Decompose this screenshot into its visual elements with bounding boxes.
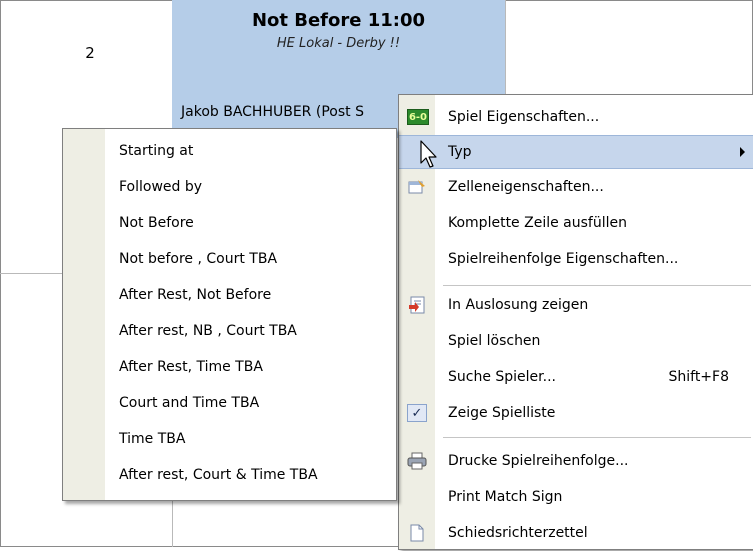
menu-item-drucke-spielreihenfolge[interactable]: Drucke Spielreihenfolge...	[399, 443, 753, 479]
grid-line	[0, 273, 62, 274]
submenu-item[interactable]: After Rest, Not Before	[63, 277, 396, 313]
menu-item-label: Komplette Zeile ausfüllen	[448, 215, 627, 231]
menu-item-label: Spielreihenfolge Eigenschaften...	[448, 251, 679, 267]
menu-item-komplette-zeile[interactable]: Komplette Zeile ausfüllen	[399, 205, 753, 241]
menu-item-shortcut: Shift+F8	[668, 369, 729, 385]
menu-item-schiedsrichterzettel[interactable]: Schiedsrichterzettel	[399, 515, 753, 551]
submenu-item-label: Followed by	[119, 179, 203, 195]
submenu-item-label: Court and Time TBA	[119, 395, 260, 411]
submenu-item[interactable]: After rest, NB , Court TBA	[63, 313, 396, 349]
submenu-item[interactable]: Court and Time TBA	[63, 385, 396, 421]
menu-item-label: Drucke Spielreihenfolge...	[448, 453, 629, 469]
submenu-item-label: Not before , Court TBA	[119, 251, 278, 267]
menu-item-label: Zeige Spielliste	[448, 405, 556, 421]
submenu-arrow-icon	[740, 147, 745, 157]
match-time-title: Not Before 11:00	[251, 10, 426, 31]
check-icon: ✓	[407, 404, 427, 422]
menu-item-suche-spieler[interactable]: Suche Spieler... Shift+F8	[399, 359, 753, 395]
submenu-item[interactable]: Starting at	[63, 133, 396, 169]
menu-item-zeige-spielliste[interactable]: ✓ Zeige Spielliste	[399, 395, 753, 431]
menu-separator	[443, 285, 751, 286]
row-number: 2	[85, 44, 95, 62]
menu-item-label: Zelleneigenschaften...	[448, 179, 604, 195]
menu-item-print-match-sign[interactable]: Print Match Sign	[399, 479, 753, 515]
submenu-item[interactable]: Time TBA	[63, 421, 396, 457]
submenu-item[interactable]: Not Before	[63, 205, 396, 241]
menu-item-spielreihenfolge-eigenschaften[interactable]: Spielreihenfolge Eigenschaften...	[399, 241, 753, 277]
type-submenu: Starting at Followed by Not Before Not b…	[62, 128, 397, 501]
submenu-item-label: After rest, NB , Court TBA	[119, 323, 297, 339]
menu-item-label: Spiel Eigenschaften...	[448, 109, 600, 125]
menu-item-in-auslosung-zeigen[interactable]: In Auslosung zeigen	[399, 287, 753, 323]
menu-item-label: Print Match Sign	[448, 489, 563, 505]
menu-item-label: Suche Spieler...	[448, 369, 556, 385]
document-icon	[407, 524, 427, 542]
submenu-item-label: After rest, Court & Time TBA	[119, 467, 318, 483]
grid-line	[505, 0, 506, 95]
menu-item-spiel-loeschen[interactable]: Spiel löschen	[399, 323, 753, 359]
mouse-cursor-icon	[420, 140, 437, 168]
menu-separator	[443, 437, 751, 438]
submenu-item[interactable]: Followed by	[63, 169, 396, 205]
menu-item-label: Typ	[448, 144, 472, 160]
menu-item-spiel-eigenschaften[interactable]: 6-0 Spiel Eigenschaften...	[399, 99, 753, 135]
show-in-draw-icon	[407, 296, 427, 314]
submenu-item[interactable]: After Rest, Time TBA	[63, 349, 396, 385]
submenu-item-label: Time TBA	[119, 431, 186, 447]
cell-properties-icon	[407, 178, 427, 196]
submenu-item-label: Starting at	[119, 143, 194, 159]
printer-icon	[407, 452, 427, 470]
match-properties-icon: 6-0	[407, 109, 429, 125]
submenu-item[interactable]: Not before , Court TBA	[63, 241, 396, 277]
match-subtitle: HE Lokal - Derby !!	[276, 36, 401, 51]
submenu-item-label: After Rest, Not Before	[119, 287, 272, 303]
menu-item-label: In Auslosung zeigen	[448, 297, 589, 313]
submenu-item-label: Not Before	[119, 215, 194, 231]
menu-item-zelleneigenschaften[interactable]: Zelleneigenschaften...	[399, 169, 753, 205]
context-menu: 6-0 Spiel Eigenschaften... Typ Zelleneig…	[398, 94, 753, 550]
submenu-item-label: After Rest, Time TBA	[119, 359, 263, 375]
match-player: Jakob BACHHUBER (Post S	[181, 104, 364, 120]
submenu-item[interactable]: After rest, Court & Time TBA	[63, 457, 396, 493]
menu-item-typ[interactable]: Typ	[399, 135, 753, 169]
menu-item-label: Spiel löschen	[448, 333, 541, 349]
menu-item-label: Schiedsrichterzettel	[448, 525, 588, 541]
